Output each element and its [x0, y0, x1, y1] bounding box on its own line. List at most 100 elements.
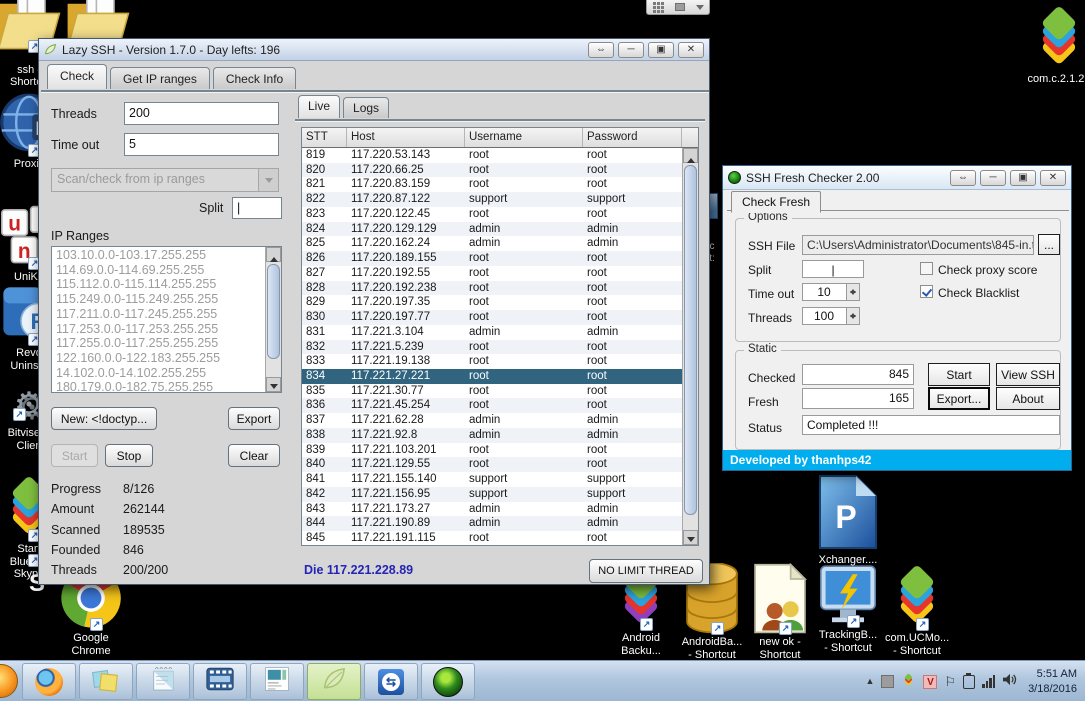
- volume-icon[interactable]: [1002, 673, 1017, 691]
- view-ssh-button[interactable]: View SSH: [996, 363, 1060, 386]
- desktop-icon-xchanger[interactable]: P Xchanger....: [816, 472, 880, 567]
- ip-list-scrollbar[interactable]: [265, 247, 281, 392]
- ip-range-item[interactable]: 122.160.0.0-122.183.255.255: [52, 351, 265, 366]
- table-row[interactable]: 834117.221.27.221rootroot: [302, 369, 682, 384]
- table-row[interactable]: 819117.220.53.143rootroot: [302, 148, 682, 163]
- table-row[interactable]: 825117.220.162.24adminadmin: [302, 236, 682, 251]
- ip-range-item[interactable]: 14.102.0.0-14.102.255.255: [52, 366, 265, 381]
- export-button[interactable]: Export: [228, 407, 280, 430]
- chevron-down-icon[interactable]: [258, 169, 278, 191]
- table-row[interactable]: 837117.221.62.28adminadmin: [302, 413, 682, 428]
- taskbar-viewer-button[interactable]: [250, 663, 304, 700]
- ip-range-item[interactable]: 180.179.0.0-182.75.255.255: [52, 380, 265, 393]
- table-row[interactable]: 835117.221.30.77rootroot: [302, 384, 682, 399]
- table-row[interactable]: 826117.220.189.155rootroot: [302, 251, 682, 266]
- desktop-icon-new-ok-shortcut[interactable]: ↗ new ok - Shortcut: [748, 563, 812, 661]
- check-blacklist-checkbox[interactable]: [920, 285, 933, 298]
- desktop-icon-trackingb-shortcut[interactable]: ↗ TrackingB... - Shortcut: [816, 563, 880, 654]
- table-row[interactable]: 838117.221.92.8adminadmin: [302, 428, 682, 443]
- table-row[interactable]: 839117.221.103.201rootroot: [302, 443, 682, 458]
- tray-clock[interactable]: 5:51 AM 3/18/2016: [1028, 667, 1077, 697]
- fresh-checker-titlebar[interactable]: SSH Fresh Checker 2.00 ⇔ ─ ▣ ✕: [723, 166, 1071, 190]
- table-row[interactable]: 842117.221.156.95supportsupport: [302, 487, 682, 502]
- table-row[interactable]: 820117.220.66.25rootroot: [302, 163, 682, 178]
- table-scrollbar[interactable]: [682, 148, 698, 545]
- close-icon[interactable]: ✕: [1040, 170, 1066, 186]
- taskbar-firefox-button[interactable]: [22, 663, 76, 700]
- header-stt[interactable]: STT: [302, 128, 347, 147]
- table-row[interactable]: 822117.220.87.122supportsupport: [302, 192, 682, 207]
- ip-range-item[interactable]: 117.253.0.0-117.253.255.255: [52, 322, 265, 337]
- pin-icon[interactable]: ⇔: [588, 42, 614, 58]
- lazy-ssh-titlebar[interactable]: Lazy SSH - Version 1.7.0 - Day lefts: 19…: [39, 39, 709, 61]
- minimize-icon[interactable]: ─: [618, 42, 644, 58]
- tab-logs[interactable]: Logs: [343, 97, 389, 118]
- tray-clipboard-icon[interactable]: [963, 675, 975, 689]
- table-row[interactable]: 836117.221.45.254rootroot: [302, 398, 682, 413]
- maximize-icon[interactable]: ▣: [648, 42, 674, 58]
- ip-range-item[interactable]: 103.10.0.0-103.17.255.255: [52, 248, 265, 263]
- desktop-icon-com-c212[interactable]: com.c.2.1.2..: [1027, 4, 1085, 86]
- threads-input[interactable]: 200: [124, 102, 279, 125]
- ip-range-item[interactable]: 117.211.0.0-117.245.255.255: [52, 307, 265, 322]
- minimize-icon[interactable]: ─: [980, 170, 1006, 186]
- ssh-file-input[interactable]: C:\Users\Administrator\Documents\845-in.…: [802, 235, 1034, 255]
- export-button[interactable]: Export...: [928, 387, 990, 410]
- spinner-arrows-icon[interactable]: [846, 308, 859, 324]
- scroll-up-icon[interactable]: [683, 148, 698, 163]
- tray-bluestacks-icon[interactable]: [901, 672, 916, 692]
- action-center-flag-icon[interactable]: ⚐: [944, 675, 956, 688]
- header-host[interactable]: Host: [347, 128, 465, 147]
- taskbar-sticky-notes-button[interactable]: [79, 663, 133, 700]
- taskbar-lazy-ssh-button[interactable]: [307, 663, 361, 700]
- tab-live[interactable]: Live: [298, 95, 340, 118]
- table-row[interactable]: 821117.220.83.159rootroot: [302, 177, 682, 192]
- scrollbar-thumb[interactable]: [267, 264, 280, 359]
- scan-mode-dropdown[interactable]: Scan/check from ip ranges: [51, 168, 279, 192]
- tray-vmware-icon[interactable]: V: [923, 675, 937, 689]
- threads-spinner[interactable]: 100: [802, 307, 860, 325]
- split-input[interactable]: |: [232, 197, 282, 219]
- scroll-down-icon[interactable]: [266, 377, 281, 392]
- maximize-icon[interactable]: ▣: [1010, 170, 1036, 186]
- tab-check[interactable]: Check: [47, 64, 107, 89]
- table-row[interactable]: 833117.221.19.138rootroot: [302, 354, 682, 369]
- ip-ranges-list[interactable]: 103.10.0.0-103.17.255.255114.69.0.0-114.…: [51, 246, 282, 393]
- table-row[interactable]: 823117.220.122.45rootroot: [302, 207, 682, 222]
- scroll-down-icon[interactable]: [683, 530, 698, 545]
- ip-range-item[interactable]: 114.69.0.0-114.69.255.255: [52, 263, 265, 278]
- taskbar-movie-button[interactable]: [193, 663, 247, 700]
- scrollbar-thumb[interactable]: [684, 165, 697, 515]
- table-row[interactable]: 829117.220.197.35rootroot: [302, 295, 682, 310]
- start-button[interactable]: Start: [51, 444, 98, 467]
- table-row[interactable]: 824117.220.129.129adminadmin: [302, 222, 682, 237]
- network-signal-icon[interactable]: [982, 675, 995, 688]
- close-icon[interactable]: ✕: [678, 42, 704, 58]
- browse-button[interactable]: ...: [1038, 234, 1060, 255]
- new-button[interactable]: New: <!doctyp...: [51, 407, 157, 430]
- taskbar-green-orb-button[interactable]: [421, 663, 475, 700]
- tab-check-info[interactable]: Check Info: [213, 67, 296, 89]
- bluestacks-toolbar-widget[interactable]: [646, 0, 710, 15]
- start-button[interactable]: [0, 664, 18, 698]
- table-row[interactable]: 827117.220.192.55rootroot: [302, 266, 682, 281]
- pin-icon[interactable]: ⇔: [950, 170, 976, 186]
- table-row[interactable]: 831117.221.3.104adminadmin: [302, 325, 682, 340]
- tab-get-ip-ranges[interactable]: Get IP ranges: [110, 67, 210, 89]
- clear-button[interactable]: Clear: [228, 444, 280, 467]
- taskbar-teamviewer-button[interactable]: ⇆: [364, 663, 418, 700]
- table-row[interactable]: 844117.221.190.89adminadmin: [302, 516, 682, 531]
- start-button[interactable]: Start: [928, 363, 990, 386]
- ip-range-item[interactable]: 117.255.0.0-117.255.255.255: [52, 336, 265, 351]
- table-row[interactable]: 845117.221.191.115rootroot: [302, 531, 682, 545]
- check-proxy-checkbox[interactable]: [920, 262, 933, 275]
- taskbar-notepad-button[interactable]: [136, 663, 190, 700]
- desktop-icon-com-ucmo-shortcut[interactable]: ↗ com.UCMo... - Shortcut: [885, 563, 949, 657]
- table-row[interactable]: 828117.220.192.238rootroot: [302, 281, 682, 296]
- timeout-input[interactable]: 5: [124, 133, 279, 156]
- stop-button[interactable]: Stop: [105, 444, 153, 467]
- ip-range-item[interactable]: 115.249.0.0-115.249.255.255: [52, 292, 265, 307]
- tray-app-icon[interactable]: [881, 675, 894, 688]
- tab-check-fresh[interactable]: Check Fresh: [731, 191, 821, 213]
- header-username[interactable]: Username: [465, 128, 583, 147]
